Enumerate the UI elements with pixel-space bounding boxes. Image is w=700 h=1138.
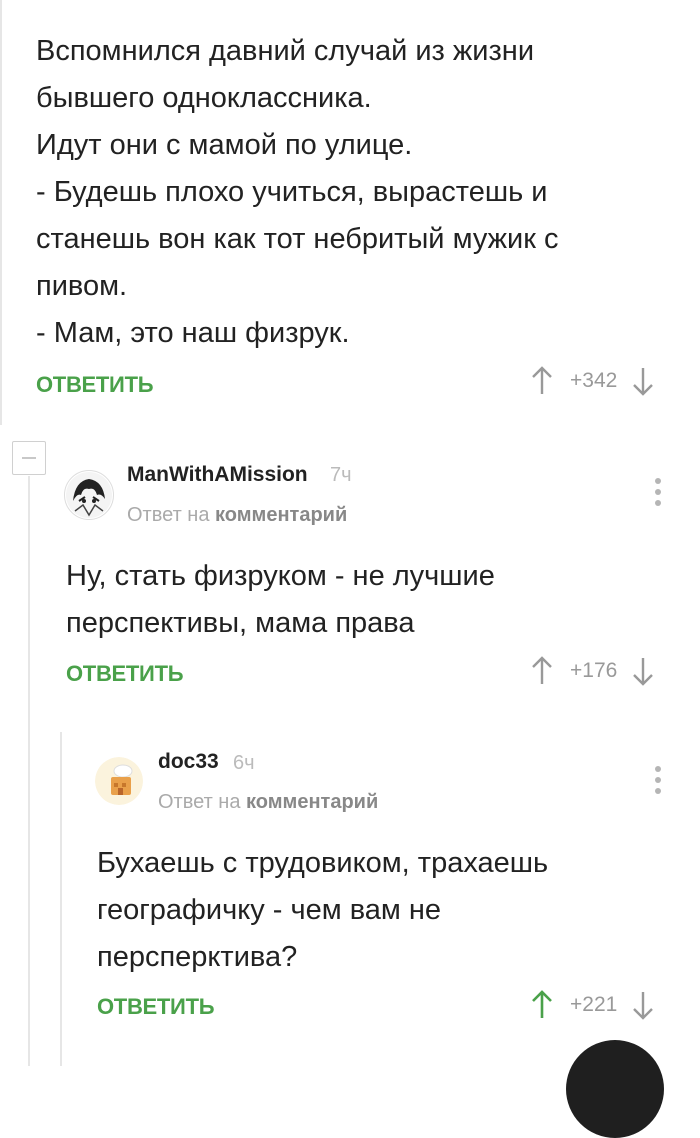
- vote-block: +176: [530, 656, 655, 686]
- reply-button[interactable]: ОТВЕТИТЬ: [36, 372, 154, 398]
- more-vertical-icon[interactable]: [653, 478, 663, 506]
- vote-block: +342: [530, 366, 655, 396]
- timestamp: 6ч: [233, 752, 255, 774]
- comment-line: перспективы, мама права: [66, 607, 415, 639]
- comment-line: Вспомнился давний случай из жизни: [36, 35, 535, 67]
- vote-score: +221: [570, 993, 618, 1016]
- comment-line: - Мам, это наш физрук.: [36, 317, 350, 349]
- comment-2-text: Ну, стать физруком - не лучшие перспекти…: [66, 553, 495, 647]
- arrow-down-icon[interactable]: [631, 656, 655, 686]
- arrow-up-icon[interactable]: [530, 366, 554, 396]
- avatar[interactable]: [95, 757, 143, 805]
- vote-score: +342: [570, 369, 618, 392]
- reply-button[interactable]: ОТВЕТИТЬ: [66, 661, 184, 687]
- comment-line: Бухаешь с трудовиком, трахаешь: [97, 847, 549, 879]
- reply-button[interactable]: ОТВЕТИТЬ: [97, 994, 215, 1020]
- comment-line: бывшего одноклассника.: [36, 82, 372, 114]
- reply-to-line: Ответ на комментарий: [158, 791, 378, 814]
- comment-line: Ну, стать физруком - не лучшие: [66, 560, 495, 592]
- reply-to-prefix: Ответ на: [127, 504, 210, 526]
- thread-line-level2: [60, 732, 62, 1066]
- reply-to-link[interactable]: комментарий: [246, 791, 378, 813]
- reply-to-line: Ответ на комментарий: [127, 504, 347, 527]
- comment-3-text: Бухаешь с трудовиком, трахаешь географич…: [97, 840, 548, 981]
- arrow-down-icon[interactable]: [631, 366, 655, 396]
- comment-line: Идут они с мамой по улице.: [36, 129, 413, 161]
- arrow-down-icon[interactable]: [631, 990, 655, 1020]
- timestamp: 7ч: [330, 464, 352, 486]
- comment-line: географичку - чем вам не: [97, 894, 442, 926]
- floating-action-button[interactable]: [566, 1040, 664, 1138]
- vote-score: +176: [570, 659, 618, 682]
- comment-line: персперктива?: [97, 941, 298, 973]
- comment-line: станешь вон как тот небритый мужик с: [36, 223, 559, 255]
- more-vertical-icon[interactable]: [653, 766, 663, 794]
- thread-line-level1: [28, 476, 30, 1066]
- avatar[interactable]: [64, 470, 114, 520]
- vote-block: +221: [530, 990, 655, 1020]
- username[interactable]: ManWithAMission: [127, 463, 308, 487]
- comment-line: пивом.: [36, 270, 128, 302]
- collapse-thread-button[interactable]: [12, 441, 46, 475]
- comment-1-text: Вспомнился давний случай из жизни бывшег…: [36, 28, 559, 357]
- arrow-up-icon[interactable]: [530, 656, 554, 686]
- reply-to-prefix: Ответ на: [158, 791, 241, 813]
- comment-line: - Будешь плохо учиться, вырастешь и: [36, 176, 548, 208]
- arrow-up-icon[interactable]: [530, 990, 554, 1020]
- thread-line-root: [0, 0, 2, 425]
- username[interactable]: doc33: [158, 750, 219, 774]
- reply-to-link[interactable]: комментарий: [215, 504, 347, 526]
